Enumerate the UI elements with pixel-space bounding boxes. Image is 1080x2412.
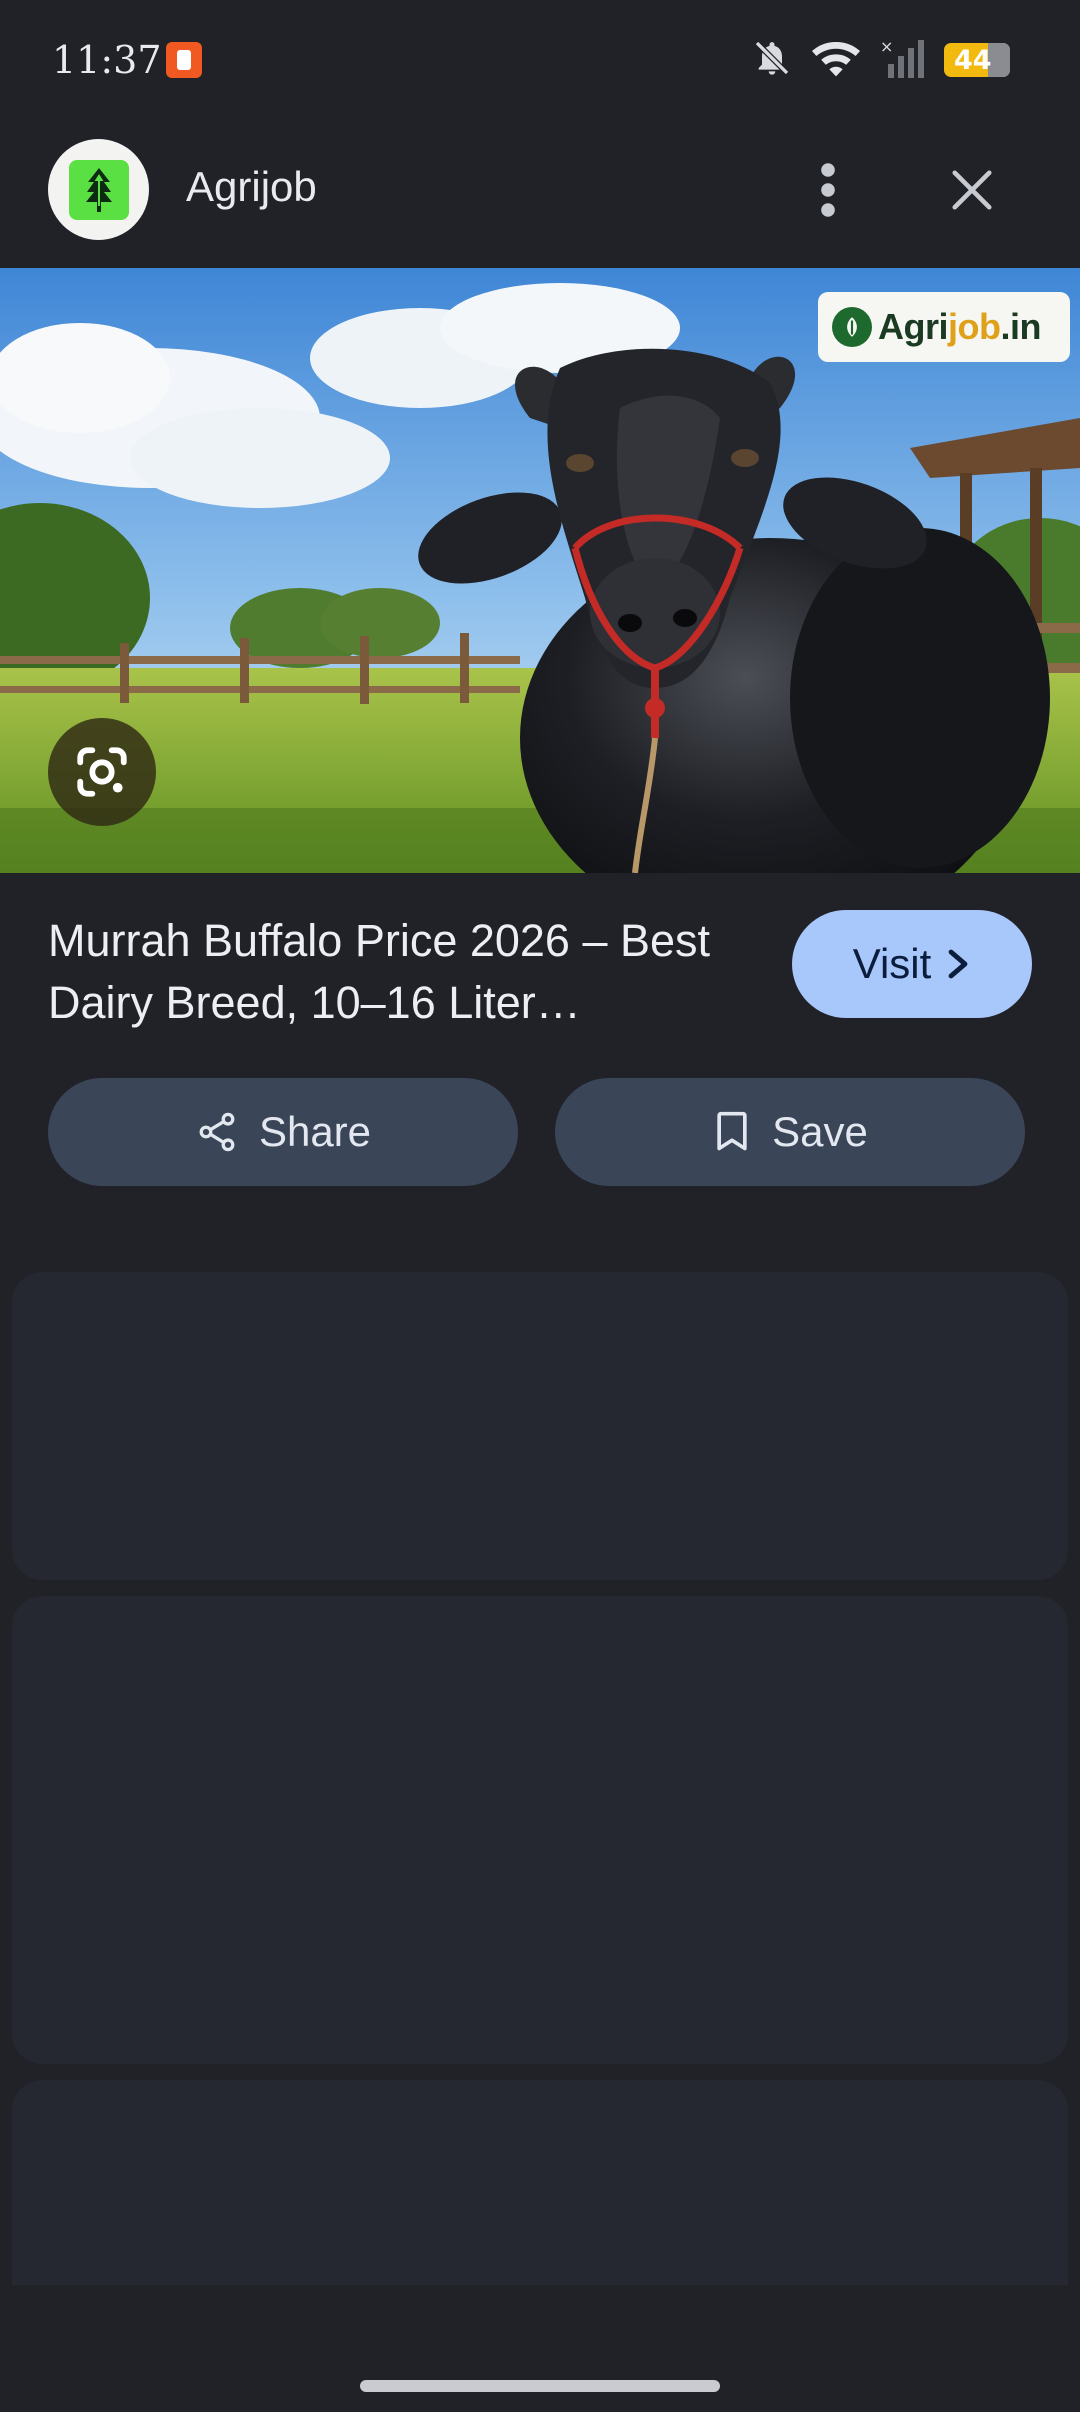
agrijob-watermark: Agrijob.in bbox=[818, 292, 1070, 362]
site-name: Agrijob bbox=[186, 163, 317, 210]
site-logo bbox=[68, 159, 129, 220]
close-icon bbox=[952, 170, 992, 210]
share-button[interactable]: Share bbox=[48, 1078, 518, 1186]
bell-off-icon bbox=[752, 38, 792, 83]
visit-label: Visit bbox=[852, 940, 932, 987]
result-image[interactable]: Agrijob.in bbox=[0, 268, 1080, 873]
watermark-text: Agrijob.in bbox=[878, 306, 1041, 347]
loading-card bbox=[12, 1272, 1068, 1580]
status-bar: 11:37 × 44 bbox=[0, 0, 1080, 125]
share-icon bbox=[199, 1112, 235, 1152]
wifi-icon bbox=[810, 38, 862, 83]
chevron-right-icon bbox=[948, 949, 968, 979]
battery-indicator: 44 bbox=[944, 43, 1010, 77]
close-button[interactable] bbox=[940, 155, 1004, 225]
more-vert-icon bbox=[821, 163, 835, 217]
status-icons: × 44 bbox=[752, 37, 1010, 83]
bookmark-icon bbox=[717, 1111, 747, 1151]
status-time: 11:37 bbox=[52, 38, 162, 82]
google-lens-button[interactable] bbox=[48, 718, 156, 826]
battery-level: 44 bbox=[954, 44, 992, 76]
more-options-button[interactable] bbox=[800, 155, 856, 225]
save-button[interactable]: Save bbox=[555, 1078, 1025, 1186]
home-indicator[interactable] bbox=[360, 2380, 720, 2392]
loading-card bbox=[12, 2080, 1068, 2285]
google-lens-icon bbox=[77, 747, 127, 797]
navigation-bar bbox=[0, 2285, 1080, 2412]
tree-icon bbox=[85, 167, 112, 212]
visit-button[interactable]: Visit bbox=[792, 910, 1032, 1018]
leaf-icon bbox=[832, 307, 872, 347]
site-avatar[interactable] bbox=[48, 139, 149, 240]
signal-icon: × bbox=[880, 37, 926, 83]
loading-card bbox=[12, 1596, 1068, 2064]
site-header: Agrijob bbox=[0, 125, 1080, 268]
svg-text:×: × bbox=[880, 38, 893, 56]
save-label: Save bbox=[772, 1108, 868, 1155]
notification-app-icon bbox=[166, 42, 202, 78]
share-label: Share bbox=[258, 1108, 372, 1155]
result-title[interactable]: Murrah Buffalo Price 2026 – Best Dairy B… bbox=[48, 910, 748, 1034]
